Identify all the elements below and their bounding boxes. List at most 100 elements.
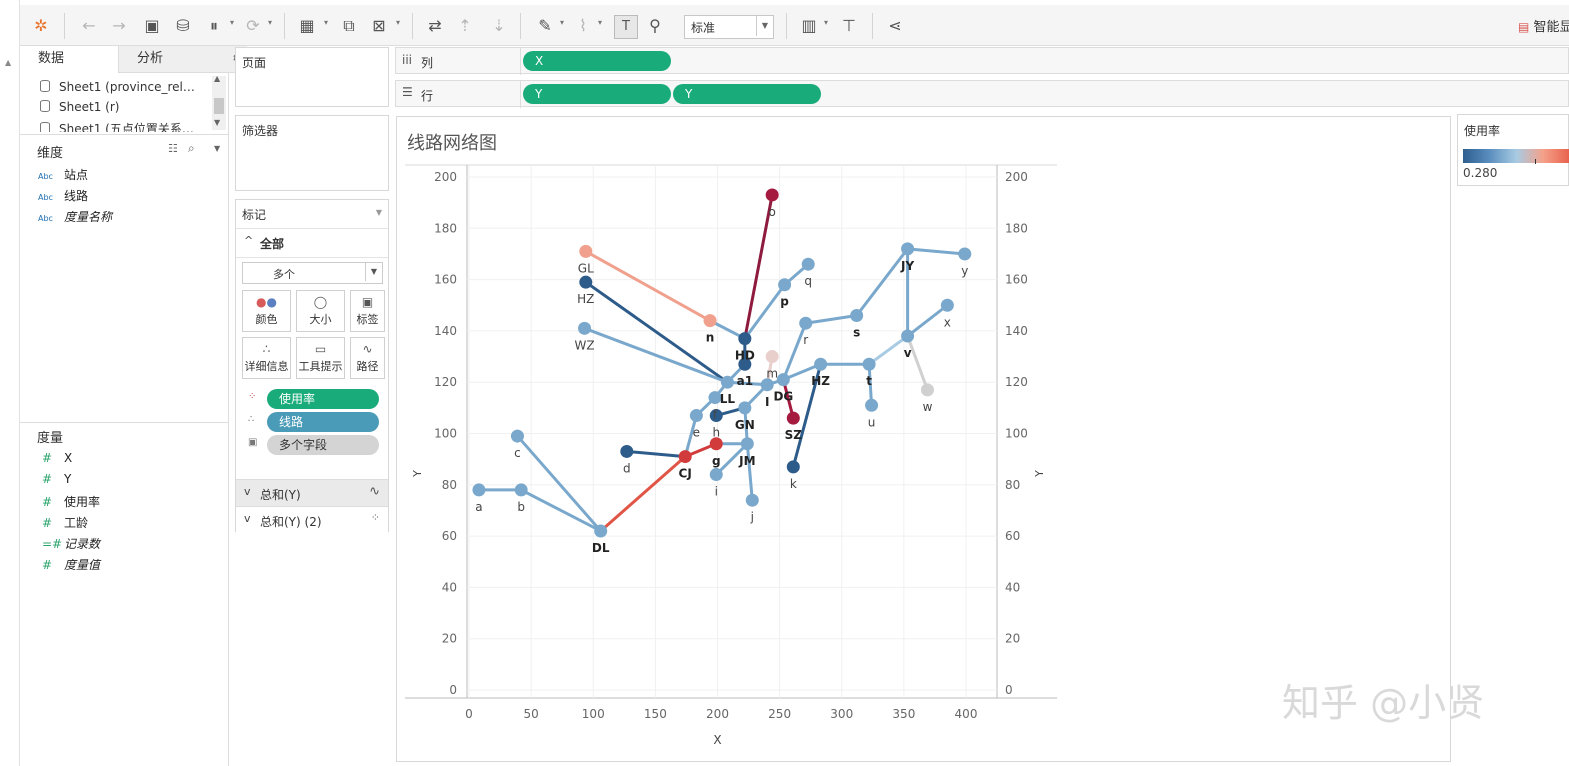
datasource-item[interactable]: Sheet1 (r) bbox=[40, 100, 119, 114]
color-icon: ●● bbox=[256, 295, 277, 309]
measure-field[interactable]: # 工龄 bbox=[38, 514, 88, 531]
measure-field[interactable]: # X bbox=[38, 451, 72, 465]
duplicate-sheet-icon[interactable]: ⧉ bbox=[338, 15, 360, 37]
dimension-field[interactable]: Abc 度量名称 bbox=[38, 208, 112, 225]
x-tick-label: 100 bbox=[582, 707, 605, 721]
fit-select[interactable]: 标准 ▼ bbox=[684, 15, 774, 39]
datasource-item[interactable]: Sheet1 (province_rel… bbox=[40, 80, 195, 94]
station-marker-DG bbox=[776, 373, 790, 387]
marks-all-header[interactable]: ^ 全部 bbox=[236, 228, 388, 258]
show-labels-icon[interactable]: T bbox=[614, 15, 638, 39]
size-button[interactable]: ◯ 大小 bbox=[296, 290, 345, 332]
path-button[interactable]: ∿ 路径 bbox=[350, 337, 385, 379]
undo-icon[interactable]: ← bbox=[78, 15, 100, 37]
marks-card: 标记 ▼ ^ 全部 多个 ▼ ●● 颜色 ◯ 大小 ▣ 标签 ∴ 详细信息 ▭ 工具提示 … bbox=[235, 199, 389, 533]
station-marker-GN bbox=[738, 401, 752, 415]
marks-subcard[interactable]: v 总和(Y) ∿ bbox=[236, 479, 388, 506]
save-icon[interactable]: ▣ bbox=[141, 15, 163, 37]
smart-display-button[interactable]: ▤ 智能显 bbox=[1518, 16, 1569, 35]
subcard-label: 总和(Y) (2) bbox=[260, 515, 322, 529]
y-tick-label: 120 bbox=[434, 375, 457, 389]
detail-button[interactable]: ∴ 详细信息 bbox=[242, 337, 291, 379]
x-tick-label: 400 bbox=[955, 707, 978, 721]
list-view-icon[interactable]: ☷ bbox=[168, 142, 178, 155]
station-label-p: p bbox=[780, 295, 789, 309]
station-marker-q bbox=[801, 257, 815, 271]
y-tick-label-right: 140 bbox=[1005, 324, 1028, 338]
share-icon[interactable]: ⋖ bbox=[884, 15, 906, 37]
mark-type-select[interactable]: 多个 ▼ bbox=[242, 262, 383, 284]
route-line-DL-CJ bbox=[599, 455, 687, 533]
presentation-icon[interactable]: ⊤ bbox=[838, 15, 860, 37]
pause-update-icon[interactable]: ⏸ bbox=[203, 15, 225, 37]
measure-field[interactable]: # 度量值 bbox=[38, 556, 100, 573]
show-me-icon[interactable]: ▥ bbox=[798, 15, 820, 37]
detail-field-pill[interactable]: 线路 bbox=[267, 412, 379, 432]
measure-field[interactable]: # Y bbox=[38, 472, 71, 486]
columns-shelf[interactable]: iii 列 X bbox=[395, 47, 1569, 75]
search-icon[interactable]: ⌕ bbox=[188, 141, 195, 156]
dropdown-arrow-icon[interactable]: ▾ bbox=[396, 18, 400, 27]
row-pill[interactable]: Y bbox=[673, 84, 821, 104]
station-label-k: k bbox=[790, 477, 797, 491]
tab-analysis[interactable]: 分析 ⬍ bbox=[118, 46, 247, 73]
station-marker-HD bbox=[738, 332, 752, 346]
pin-icon[interactable]: ⚲ bbox=[644, 15, 666, 37]
new-worksheet-icon[interactable]: ▦ bbox=[296, 15, 318, 37]
filters-shelf[interactable]: 筛选器 bbox=[235, 115, 389, 191]
collapse-arrow-icon[interactable]: ▼ bbox=[376, 208, 382, 217]
dropdown-arrow-icon[interactable]: ▾ bbox=[324, 18, 328, 27]
scroll-up-icon[interactable]: ▲ bbox=[5, 58, 11, 67]
refresh-icon[interactable]: ⟳ bbox=[242, 15, 264, 37]
y-tick-label-right: 100 bbox=[1005, 427, 1028, 441]
column-pill[interactable]: X bbox=[523, 51, 671, 71]
new-datasource-icon[interactable]: ⛁ bbox=[172, 15, 194, 37]
station-marker-LL bbox=[720, 375, 734, 389]
group-icon[interactable]: ⌇ bbox=[572, 15, 594, 37]
network-chart[interactable]: 0 50 100 150 200 250 300 350 4000 020 2040 4060 6080… bbox=[397, 117, 1450, 761]
x-tick-label: 50 bbox=[523, 707, 538, 721]
clear-sheet-icon[interactable]: ⊠ bbox=[368, 15, 390, 37]
color-legend[interactable]: 使用率 0.280 bbox=[1457, 114, 1569, 186]
dropdown-arrow-icon[interactable]: ▾ bbox=[598, 18, 602, 27]
station-label-JM: JM bbox=[738, 454, 755, 468]
x-tick-label: 150 bbox=[644, 707, 667, 721]
pages-shelf[interactable]: 页面 bbox=[235, 47, 389, 107]
y-tick-label: 0 bbox=[449, 683, 457, 697]
station-marker-n bbox=[703, 314, 717, 328]
measure-field[interactable]: =# 记录数 bbox=[38, 535, 100, 552]
swap-axes-icon[interactable]: ⇄ bbox=[424, 15, 446, 37]
dropdown-arrow-icon[interactable]: ▾ bbox=[268, 18, 272, 27]
tooltip-button[interactable]: ▭ 工具提示 bbox=[296, 337, 345, 379]
dimension-field[interactable]: Abc 线路 bbox=[38, 187, 88, 204]
string-type-icon: Abc bbox=[38, 172, 53, 181]
row-pill[interactable]: Y bbox=[523, 84, 671, 104]
datasource-scrollbar[interactable]: ▲ ▼ bbox=[212, 74, 226, 130]
measure-field[interactable]: # 使用率 bbox=[38, 493, 100, 510]
data-pane: 数据 分析 ⬍ Sheet1 (province_rel… Sheet1 (r)… bbox=[20, 46, 247, 766]
highlight-icon[interactable]: ✎ bbox=[534, 15, 556, 37]
pages-title: 页面 bbox=[242, 56, 267, 70]
station-marker-SZ bbox=[786, 411, 800, 425]
y-tick-label: 20 bbox=[442, 632, 457, 646]
menu-arrow-icon[interactable]: ▼ bbox=[214, 144, 220, 153]
dimension-field[interactable]: Abc 站点 bbox=[38, 166, 88, 183]
sort-descending-icon[interactable]: ⇣ bbox=[488, 15, 510, 37]
dropdown-arrow-icon[interactable]: ▾ bbox=[824, 18, 828, 27]
dropdown-arrow-icon[interactable]: ▾ bbox=[560, 18, 564, 27]
database-icon bbox=[40, 100, 50, 112]
rows-shelf[interactable]: ☰ 行 Y Y bbox=[395, 80, 1569, 108]
redo-icon[interactable]: → bbox=[108, 15, 130, 37]
label-field-pill[interactable]: 多个字段 bbox=[267, 435, 379, 455]
label-button[interactable]: ▣ 标签 bbox=[350, 290, 385, 332]
marks-subcard[interactable]: v 总和(Y) (2) ⁘ bbox=[236, 506, 388, 533]
sort-ascending-icon[interactable]: ⇡ bbox=[454, 15, 476, 37]
station-marker-v bbox=[901, 329, 915, 343]
route-line-b-DL bbox=[519, 488, 603, 533]
datasource-item[interactable]: Sheet1 (五点位置关系… bbox=[40, 120, 194, 132]
color-field-pill[interactable]: 使用率 bbox=[267, 389, 379, 409]
color-button[interactable]: ●● 颜色 bbox=[242, 290, 291, 332]
station-marker-d bbox=[620, 444, 634, 458]
tableau-logo-icon[interactable]: ✲ bbox=[30, 15, 52, 37]
dropdown-arrow-icon[interactable]: ▾ bbox=[230, 18, 234, 27]
